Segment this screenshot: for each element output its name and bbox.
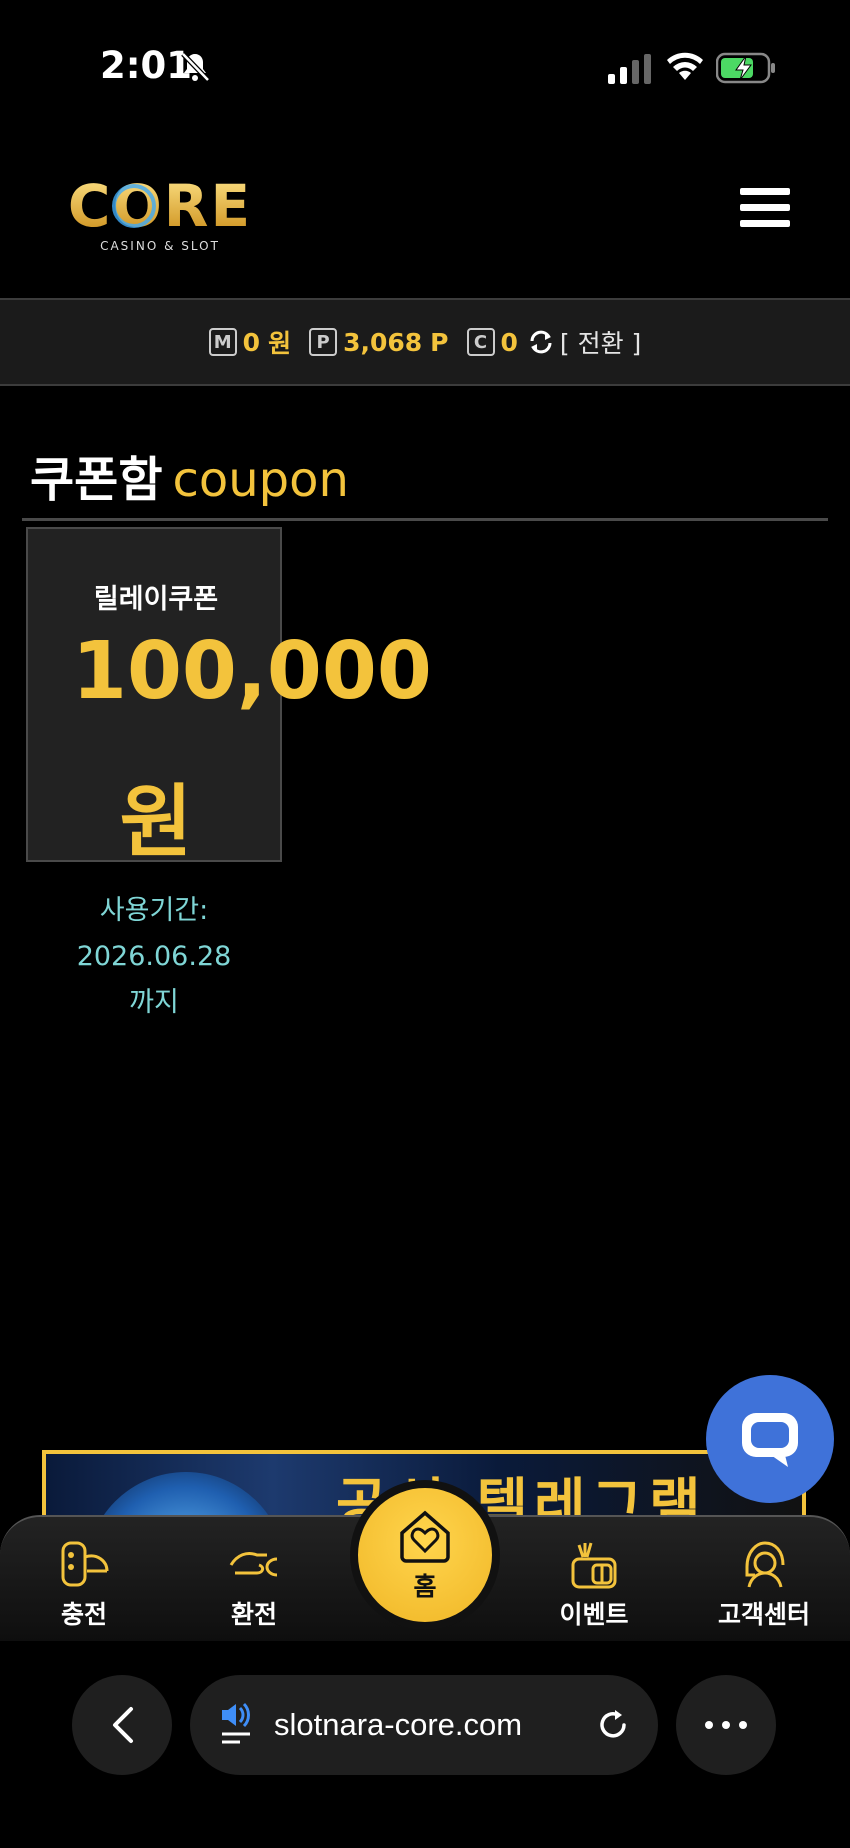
- svg-text:CASINO & SLOT: CASINO & SLOT: [100, 239, 220, 253]
- chat-button[interactable]: [706, 1375, 834, 1503]
- browser-toolbar: slotnara-core.com: [0, 1641, 850, 1848]
- home-heart-icon: [400, 1510, 450, 1563]
- status-bar: 2:01: [0, 0, 850, 140]
- point-icon: P: [309, 328, 338, 356]
- money-balance: M 0 원: [208, 324, 292, 360]
- reload-icon[interactable]: [596, 1708, 630, 1742]
- back-button[interactable]: [72, 1675, 172, 1775]
- point-unit: P: [430, 327, 449, 357]
- url-text: slotnara-core.com: [274, 1707, 523, 1742]
- nav-charge-label: 충전: [60, 1600, 107, 1629]
- point-value: 3,068: [343, 327, 423, 357]
- refresh-icon: [530, 330, 552, 354]
- svg-text:CORE: CORE: [68, 172, 252, 240]
- core-casino-logo[interactable]: CORE CASINO & SLOT: [62, 168, 258, 258]
- coupon-amount: 100,000: [72, 625, 432, 717]
- balance-bar: M 0 원 P 3,068 P C 0 [ 전환 ]: [0, 298, 850, 386]
- title-divider: [22, 518, 828, 521]
- nav-home-button[interactable]: 홈: [350, 1480, 500, 1630]
- hamburger-menu-icon[interactable]: [740, 188, 790, 234]
- more-button[interactable]: [676, 1675, 776, 1775]
- wifi-icon: [667, 52, 703, 80]
- coupon-unit: 원: [119, 776, 193, 868]
- nav-support-label: 고객센터: [717, 1600, 810, 1629]
- nav-home-label: 홈: [413, 1572, 437, 1601]
- speaker-icon[interactable]: [220, 1702, 254, 1748]
- more-icon: [705, 1721, 747, 1729]
- signal-icon: [608, 54, 651, 84]
- coupon-expiry-label: 사용기간:: [99, 895, 209, 926]
- coupon-name: 릴레이쿠폰: [93, 584, 219, 615]
- switch-label: [ 전환 ]: [559, 329, 642, 358]
- gift-icon: [571, 1542, 617, 1589]
- money-value: 0: [242, 327, 261, 357]
- page-title-ko: 쿠폰함: [30, 452, 163, 508]
- chat-icon: [742, 1413, 798, 1467]
- coin-balance: C 0: [466, 327, 518, 357]
- bell-slash-icon: [181, 52, 210, 82]
- exchange-icon: [229, 1551, 278, 1577]
- nav-event[interactable]: 이벤트: [534, 1537, 654, 1631]
- charge-icon: [61, 1541, 109, 1587]
- coupon-expiry-date: 2026.06.28: [76, 941, 232, 972]
- support-headset-icon: [745, 1541, 785, 1588]
- nav-exchange[interactable]: 환전: [194, 1537, 314, 1631]
- nav-charge[interactable]: 충전: [24, 1537, 144, 1631]
- nav-support[interactable]: 고객센터: [704, 1537, 824, 1631]
- coupon-card[interactable]: 릴레이쿠폰 100,000 원: [26, 527, 432, 868]
- coupon-expiry: 사용기간: 2026.06.28 까지: [26, 888, 282, 1026]
- coin-value: 0: [500, 327, 518, 357]
- nav-exchange-label: 환전: [230, 1600, 277, 1629]
- page-title: 쿠폰함 coupon: [30, 440, 349, 510]
- nav-event-label: 이벤트: [559, 1600, 629, 1629]
- coin-icon: C: [466, 328, 495, 356]
- page-title-en: coupon: [172, 452, 349, 508]
- address-bar[interactable]: slotnara-core.com: [190, 1675, 658, 1775]
- money-unit: 원: [268, 329, 292, 358]
- money-icon: M: [208, 328, 237, 356]
- point-balance: P 3,068 P: [309, 327, 449, 357]
- back-icon: [113, 1707, 133, 1743]
- switch-button[interactable]: [ 전환 ]: [528, 324, 641, 360]
- coupon-expiry-suffix: 까지: [129, 987, 179, 1018]
- battery-charging-icon: [716, 52, 775, 84]
